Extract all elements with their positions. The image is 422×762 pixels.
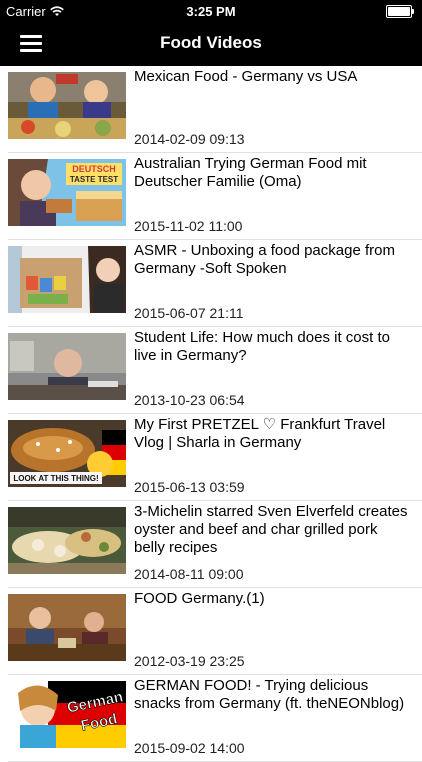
video-row[interactable]: LOOK AT THIS THING! My First PRETZEL ♡ F… <box>8 414 422 501</box>
video-title: 3-Michelin starred Sven Elverfeld create… <box>134 503 408 556</box>
thumbnail-text-deutsch: DEUTSCH <box>72 164 116 174</box>
video-title: ASMR - Unboxing a food package from Germ… <box>134 242 395 277</box>
video-date: 2015-11-02 11:00 <box>134 218 243 234</box>
video-thumbnail: LOOK AT THIS THING! <box>8 420 126 487</box>
navigation-bar: Food Videos <box>0 22 422 66</box>
video-row[interactable]: Mexican Food - Germany vs USA 2014-02-09… <box>8 66 422 153</box>
video-thumbnail <box>8 594 126 661</box>
video-title: Mexican Food - Germany vs USA <box>134 68 358 85</box>
video-date: 2013-10-23 06:54 <box>134 392 245 408</box>
video-row[interactable]: Student Life: How much does it cost to l… <box>8 327 422 414</box>
page-title: Food Videos <box>160 33 262 52</box>
battery-icon <box>386 5 414 18</box>
video-thumbnail: German Food <box>8 681 126 748</box>
video-thumbnail: DEUTSCH TASTE TEST <box>8 159 126 226</box>
thumbnail-caption: LOOK AT THIS THING! <box>13 474 98 483</box>
video-title: Australian Trying German Food mit Deutsc… <box>134 155 367 190</box>
video-date: 2014-02-09 09:13 <box>134 131 245 147</box>
battery-fill <box>388 7 410 16</box>
video-date: 2014-08-11 09:00 <box>134 566 244 582</box>
video-title: FOOD Germany.(1) <box>134 590 265 607</box>
video-row[interactable]: German Food GERMAN FOOD! - Trying delici… <box>8 675 422 762</box>
video-row[interactable]: ASMR - Unboxing a food package from Germ… <box>8 240 422 327</box>
video-row[interactable]: 3-Michelin starred Sven Elverfeld create… <box>8 501 422 588</box>
status-bar: Carrier 3:25 PM <box>0 0 422 22</box>
video-row[interactable]: DEUTSCH TASTE TEST Australian Trying Ger… <box>8 153 422 240</box>
video-thumbnail <box>8 72 126 139</box>
video-date: 2015-09-02 14:00 <box>134 740 245 756</box>
video-title: GERMAN FOOD! - Trying delicious snacks f… <box>134 677 405 712</box>
top-bar: Carrier 3:25 PM Food Videos <box>0 0 422 66</box>
video-date: 2015-06-07 21:11 <box>134 305 244 321</box>
video-row[interactable]: FOOD Germany.(1) 2012-03-19 23:25 <box>8 588 422 675</box>
status-time: 3:25 PM <box>186 4 236 19</box>
video-thumbnail <box>8 507 126 574</box>
video-date: 2015-06-13 03:59 <box>134 479 245 495</box>
video-title: Student Life: How much does it cost to l… <box>134 329 390 364</box>
video-date: 2012-03-19 23:25 <box>134 653 245 669</box>
video-thumbnail <box>8 333 126 400</box>
video-title: My First PRETZEL ♡ Frankfurt Travel Vlog… <box>134 416 386 451</box>
video-list: Mexican Food - Germany vs USA 2014-02-09… <box>0 66 422 762</box>
thumbnail-text-taste-test: TASTE TEST <box>70 175 118 184</box>
video-thumbnail <box>8 246 126 313</box>
